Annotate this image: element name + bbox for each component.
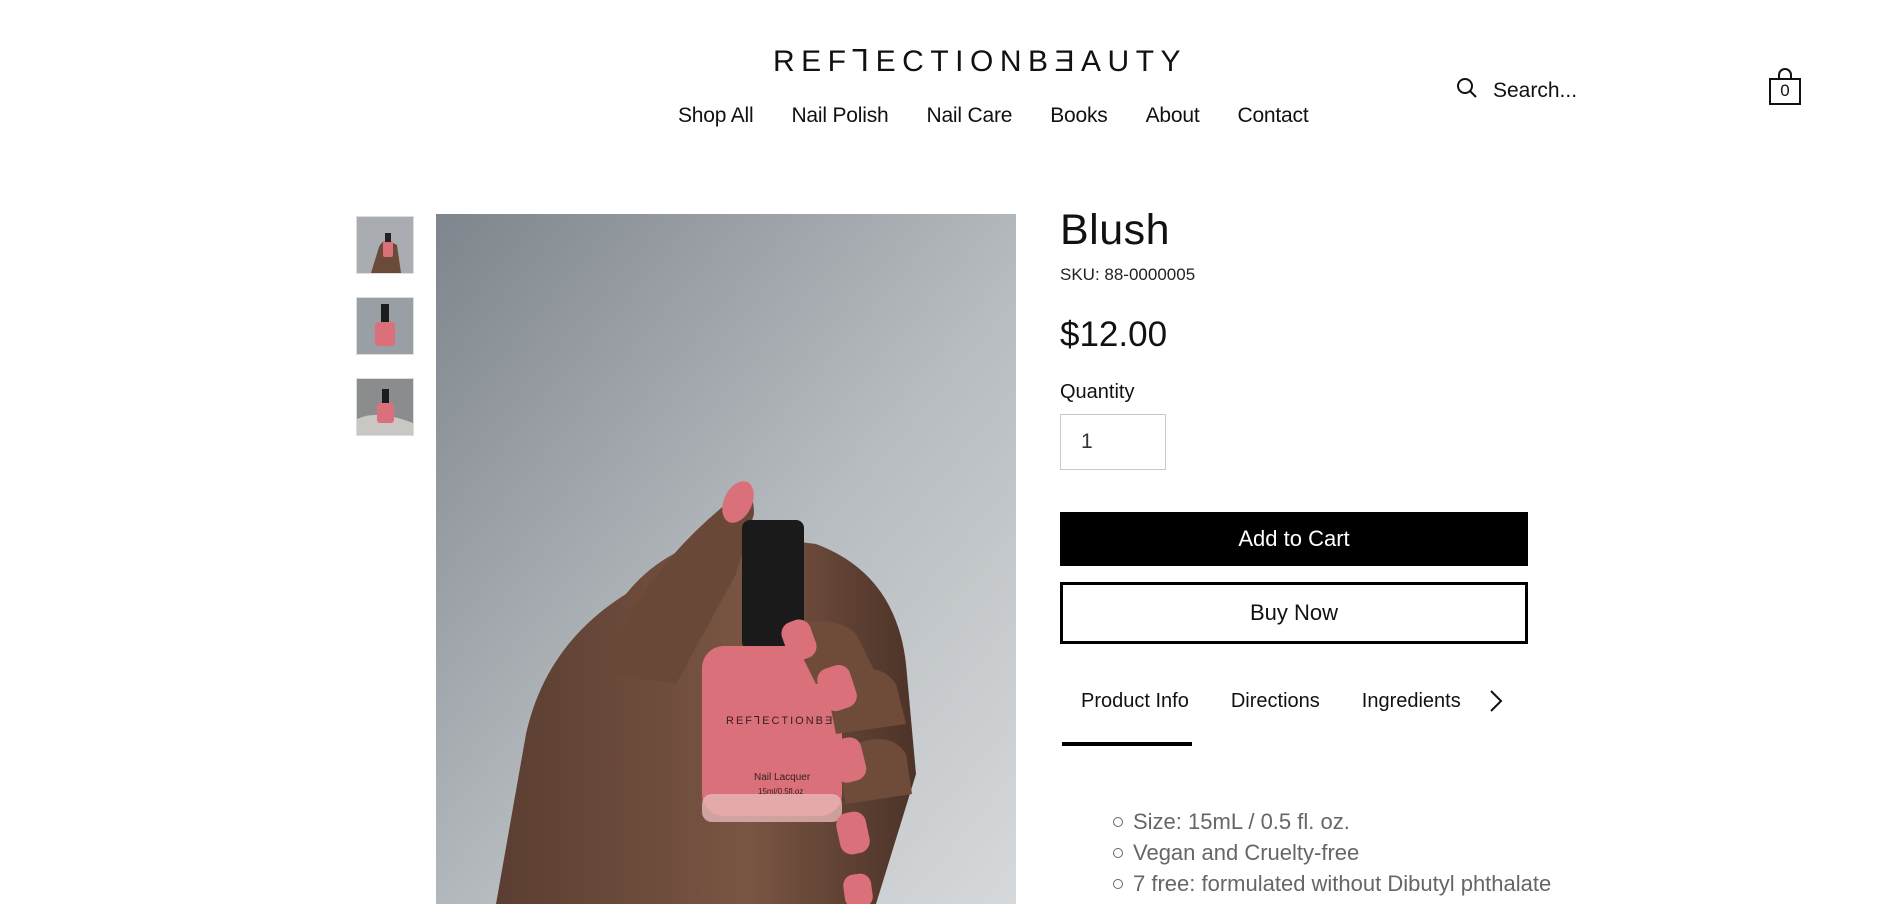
search-icon[interactable] — [1455, 76, 1479, 105]
search-input[interactable] — [1491, 77, 1655, 104]
product-price: $12.00 — [1060, 315, 1168, 354]
nav-books[interactable]: Books — [1050, 104, 1108, 128]
product-title: Blush — [1060, 206, 1171, 254]
product-info-list: Size: 15mL / 0.5 fl. oz. Vegan and Cruel… — [1113, 806, 1551, 899]
quantity-input[interactable]: 1 — [1060, 414, 1166, 470]
tab-strip: Product Info Directions Ingredients Re — [1060, 690, 1488, 734]
add-to-cart-button[interactable]: Add to Cart — [1060, 512, 1528, 566]
nav-about[interactable]: About — [1146, 104, 1200, 128]
product-details: Blush SKU: 88-0000005 $12.00 Quantity 1 … — [1060, 206, 1528, 746]
cart-count: 0 — [1780, 81, 1790, 100]
thumbnail-fabric[interactable] — [356, 378, 414, 436]
thumbnail-bottle[interactable] — [356, 297, 414, 355]
main-nav: Shop All Nail Polish Nail Care Books Abo… — [678, 104, 1346, 128]
nav-nail-polish[interactable]: Nail Polish — [791, 104, 888, 128]
product-tabs: Product Info Directions Ingredients Re — [1060, 688, 1528, 746]
list-item: Size: 15mL / 0.5 fl. oz. — [1113, 806, 1551, 837]
quantity-value: 1 — [1081, 430, 1093, 453]
header-logo-wrap: REFꓶECTIONBƎAUTY — [0, 44, 1880, 79]
list-item: 7 free: formulated without Dibutyl phtha… — [1113, 868, 1551, 899]
nav-nail-care[interactable]: Nail Care — [926, 104, 1012, 128]
thumbnail-list — [356, 216, 414, 459]
tab-directions[interactable]: Directions — [1210, 690, 1341, 734]
tab-product-info[interactable]: Product Info — [1060, 690, 1210, 734]
product-sku: SKU: 88-0000005 — [1060, 265, 1196, 284]
brand-logo[interactable]: REFꓶECTIONBƎAUTY — [773, 44, 1187, 79]
product-main-image[interactable]: REFꓶECTIONBƎAUTY Nail Lacquer 15ml/0.5fl… — [436, 214, 1016, 904]
list-item: Vegan and Cruelty-free — [1113, 837, 1551, 868]
search-bar — [1455, 76, 1655, 105]
cart-button[interactable]: 0 — [1768, 68, 1802, 106]
nav-contact[interactable]: Contact — [1237, 104, 1308, 128]
svg-text:15ml/0.5fl.oz: 15ml/0.5fl.oz — [758, 787, 803, 796]
svg-text:Nail Lacquer: Nail Lacquer — [754, 772, 811, 783]
buy-now-button[interactable]: Buy Now — [1060, 582, 1528, 644]
tab-ingredients[interactable]: Ingredients — [1341, 690, 1482, 734]
quantity-label: Quantity — [1060, 381, 1135, 403]
thumbnail-hand[interactable] — [356, 216, 414, 274]
nav-shop-all[interactable]: Shop All — [678, 104, 754, 128]
chevron-right-icon[interactable] — [1488, 688, 1504, 719]
active-tab-indicator — [1062, 742, 1192, 746]
